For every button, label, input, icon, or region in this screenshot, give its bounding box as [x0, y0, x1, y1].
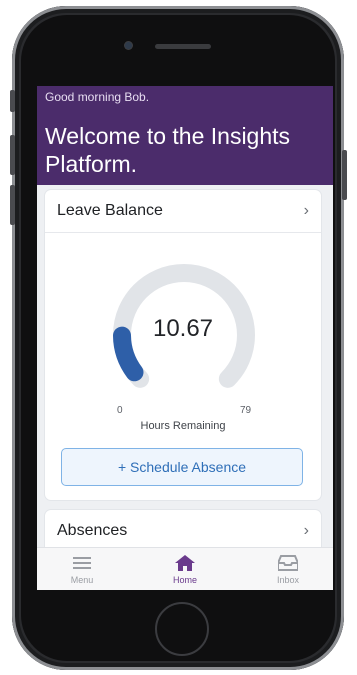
welcome-title: Welcome to the Insights Platform.: [45, 123, 291, 177]
hours-remaining-value: 10.67: [152, 315, 214, 342]
schedule-absence-button[interactable]: + Schedule Absence: [61, 448, 303, 486]
side-button: [10, 135, 15, 175]
inbox-icon: [278, 555, 298, 571]
greeting-text: Good morning Bob.: [45, 90, 150, 104]
gauge-max-label: 79: [240, 405, 252, 416]
side-button: [10, 90, 15, 112]
tab-label: Home: [172, 575, 197, 585]
menu-icon: [73, 557, 91, 569]
leave-balance-title: Leave Balance: [57, 202, 163, 219]
front-camera: [125, 42, 132, 49]
absences-header[interactable]: Absences ›: [45, 510, 321, 552]
app-screen: Good morning Bob. Welcome to the Insight…: [37, 86, 333, 590]
side-button: [342, 150, 347, 200]
tab-label: Menu: [70, 575, 94, 585]
home-hardware-button[interactable]: [155, 602, 209, 656]
home-icon: [175, 555, 195, 571]
tab-menu[interactable]: Menu: [47, 548, 117, 590]
tab-label: Inbox: [276, 575, 300, 585]
bottom-tab-bar: Menu Home Inbox: [37, 547, 333, 590]
chevron-right-icon: ›: [303, 522, 309, 539]
earpiece-speaker: [155, 44, 211, 49]
gauge-min-label: 0: [117, 405, 123, 416]
welcome-header: Good morning Bob. Welcome to the Insight…: [37, 86, 333, 185]
tab-home[interactable]: Home: [150, 548, 220, 590]
absences-title: Absences: [57, 522, 128, 539]
tab-inbox[interactable]: Inbox: [253, 548, 323, 590]
leave-balance-header[interactable]: Leave Balance ›: [45, 190, 321, 233]
leave-balance-card: Leave Balance › 10.67 0 79 Hours Remaini…: [45, 190, 321, 500]
side-button: [10, 185, 15, 225]
hours-remaining-caption: Hours Remaining: [140, 420, 226, 432]
chevron-right-icon: ›: [303, 202, 309, 219]
